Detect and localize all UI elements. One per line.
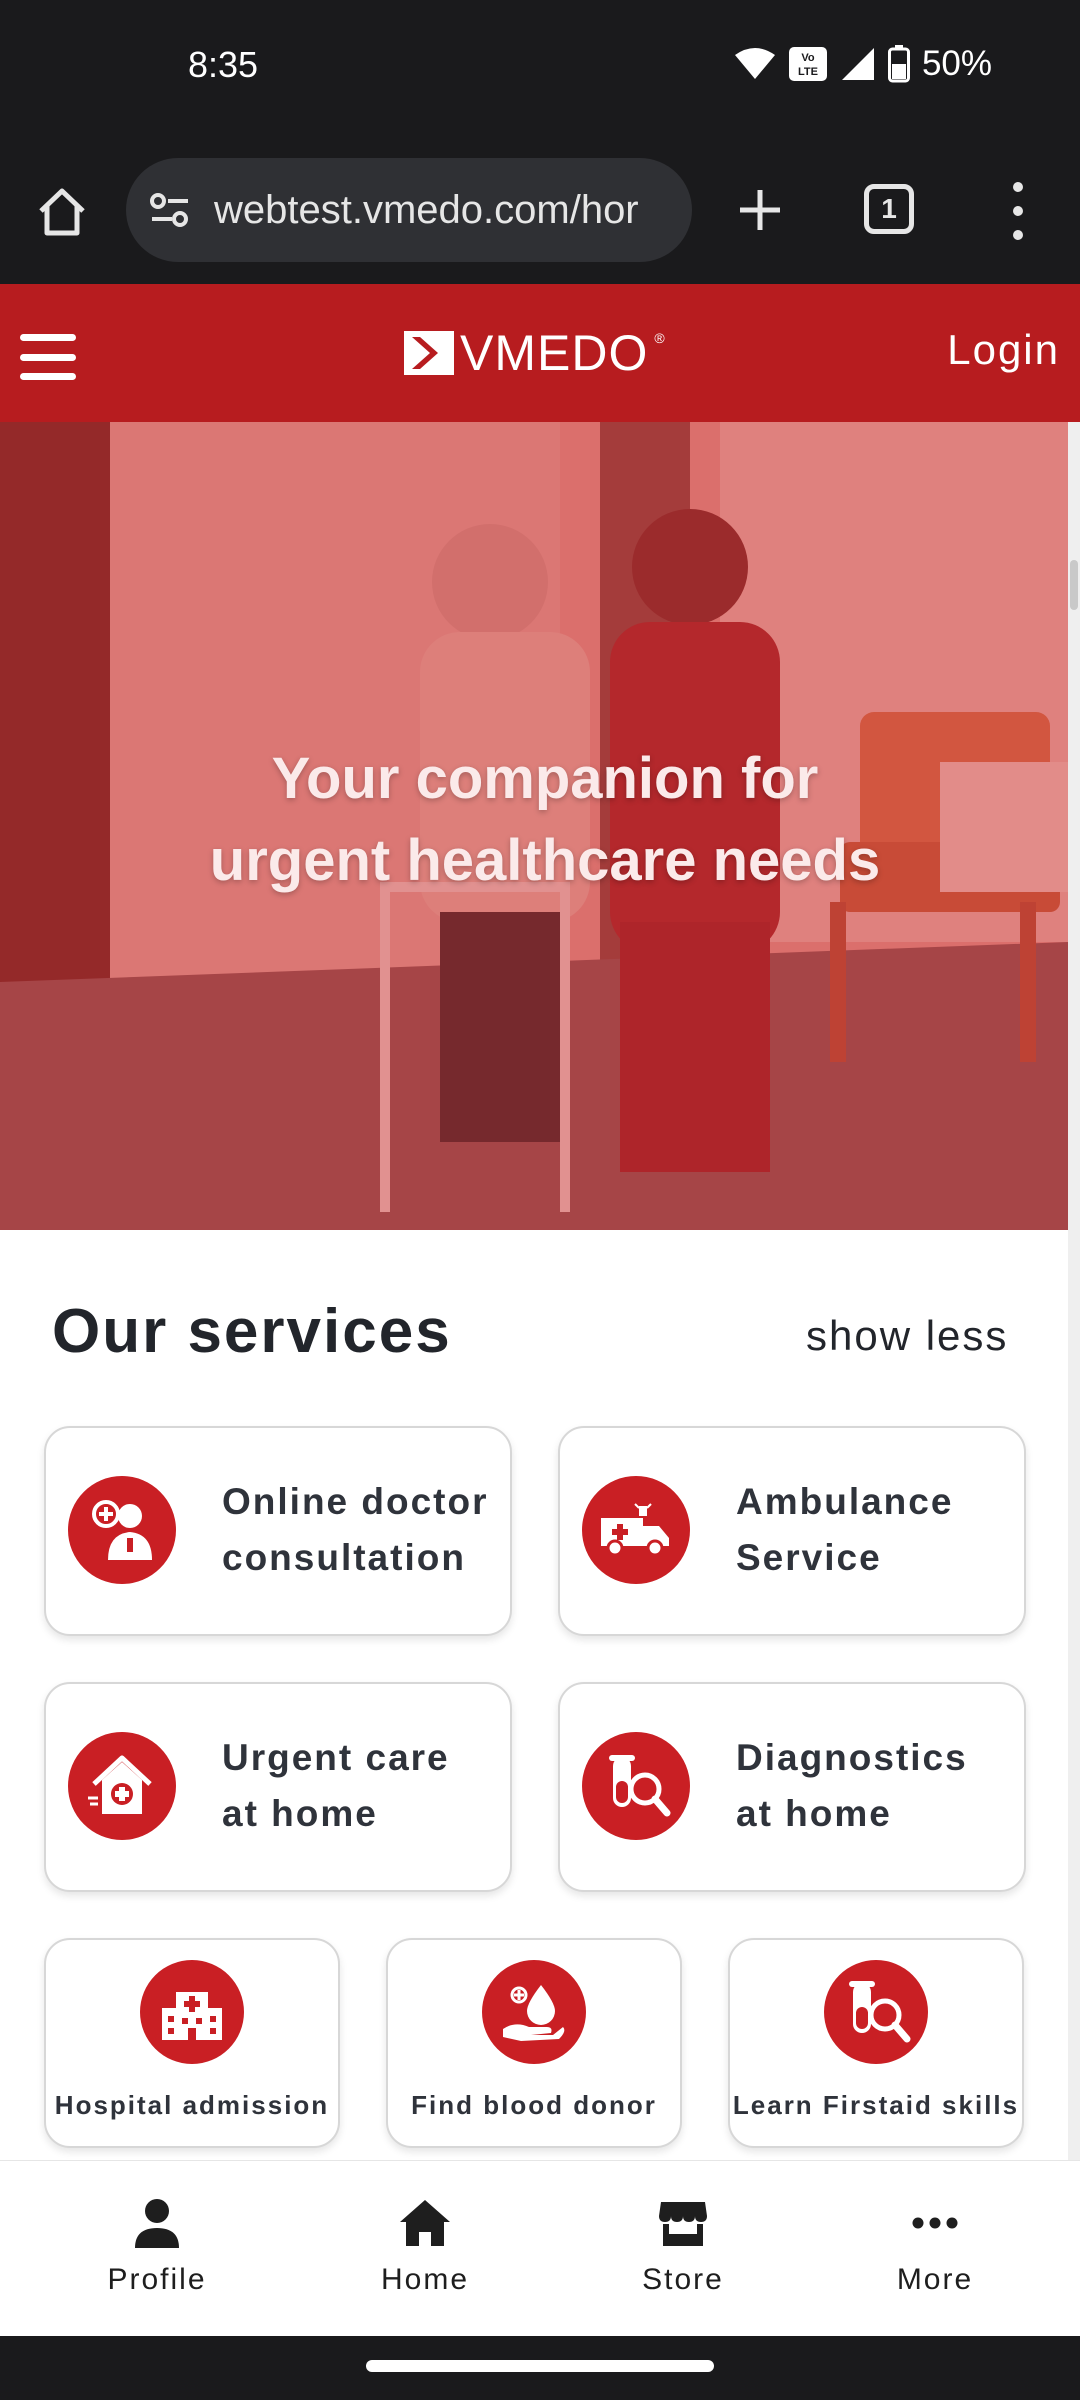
person-icon xyxy=(129,2195,185,2251)
store-icon xyxy=(655,2195,711,2251)
screen: 8:35 Vo LTE 50% webtest.vmedo.com/hor 1 xyxy=(0,0,1080,2400)
browser-toolbar: webtest.vmedo.com/hor 1 xyxy=(0,138,1080,284)
home-gesture-handle[interactable] xyxy=(366,2360,714,2372)
home-outline-icon xyxy=(39,188,85,236)
menu-dot-icon xyxy=(1013,230,1023,240)
browser-home-button[interactable] xyxy=(30,180,94,244)
browser-menu-button[interactable] xyxy=(1000,176,1036,246)
hero-title-line2: urgent healthcare needs xyxy=(209,828,881,893)
nav-profile[interactable]: Profile xyxy=(67,2195,247,2315)
service-card-label: Hospital admission xyxy=(54,2090,330,2120)
hamburger-menu-icon[interactable] xyxy=(20,334,76,380)
logo-text: VMEDO xyxy=(460,325,649,381)
blood-donor-icon xyxy=(482,1960,586,2064)
page-scrollbar[interactable] xyxy=(1068,422,1080,2160)
plus-icon xyxy=(740,190,780,230)
battery-icon xyxy=(887,45,910,83)
vmedo-logo[interactable]: VMEDO ® xyxy=(404,325,665,381)
status-time: 8:35 xyxy=(188,44,259,85)
show-less-link[interactable]: show less xyxy=(806,1312,1008,1360)
more-dots-icon xyxy=(907,2195,963,2251)
doctor-icon xyxy=(68,1476,176,1584)
logo-mark-icon xyxy=(404,331,454,375)
home-icon xyxy=(397,2195,453,2251)
url-text: webtest.vmedo.com/hor xyxy=(214,187,639,232)
service-card-label: Diagnostics at home xyxy=(736,1737,968,1834)
hero-title: Your companion for urgent healthcare nee… xyxy=(0,738,1068,902)
services-section: Our services show less Online doctor con… xyxy=(0,1230,1068,2160)
home-care-icon xyxy=(68,1732,176,1840)
ambulance-icon xyxy=(582,1476,690,1584)
svg-text:LTE: LTE xyxy=(798,66,818,78)
service-card-label: Ambulance Service xyxy=(736,1481,954,1578)
service-card-label: Urgent care at home xyxy=(222,1737,450,1834)
system-gesture-bar xyxy=(0,2336,1080,2400)
signal-icon xyxy=(841,48,874,80)
service-card-label: Find blood donor xyxy=(411,2090,657,2120)
nav-home[interactable]: Home xyxy=(335,2195,515,2315)
service-card-hospital-admission[interactable]: Hospital admission xyxy=(44,1938,340,2148)
page-scrollbar-thumb[interactable] xyxy=(1070,560,1078,610)
services-title: Our services xyxy=(52,1297,452,1366)
tab-switcher-button[interactable]: 1 xyxy=(864,184,914,234)
test-tube-icon xyxy=(582,1732,690,1840)
status-icons: Vo LTE 50% xyxy=(734,44,992,84)
service-card-first-aid[interactable]: Learn Firstaid skills xyxy=(728,1938,1024,2148)
nav-label: More xyxy=(896,2263,974,2296)
menu-dot-icon xyxy=(1013,182,1023,192)
new-tab-button[interactable] xyxy=(728,178,792,242)
bottom-navigation: Profile Home Store More xyxy=(0,2160,1080,2336)
service-card-ambulance[interactable]: Ambulance Service xyxy=(558,1426,1026,1636)
nav-label: Home xyxy=(380,2263,470,2296)
status-bar: 8:35 Vo LTE 50% xyxy=(0,0,1080,138)
wifi-icon xyxy=(734,48,775,79)
nav-store[interactable]: Store xyxy=(593,2195,773,2315)
service-card-label: Online doctor consultation xyxy=(222,1481,489,1578)
hero-title-line1: Your companion for xyxy=(271,746,819,811)
first-aid-icon xyxy=(824,1960,928,2064)
site-settings-icon[interactable] xyxy=(144,184,196,236)
logo-registered-mark: ® xyxy=(654,330,665,346)
service-card-urgent-care[interactable]: Urgent care at home xyxy=(44,1682,512,1892)
nav-more[interactable]: More xyxy=(845,2195,1025,2315)
service-card-blood-donor[interactable]: Find blood donor xyxy=(386,1938,682,2148)
service-card-label: Learn Firstaid skills xyxy=(732,2090,1020,2120)
address-bar[interactable]: webtest.vmedo.com/hor xyxy=(126,158,692,262)
site-header: VMEDO ® Login xyxy=(0,284,1080,422)
volte-icon: Vo LTE xyxy=(788,47,827,81)
svg-text:Vo: Vo xyxy=(801,52,815,64)
menu-dot-icon xyxy=(1013,206,1023,216)
nav-label: Store xyxy=(642,2263,724,2296)
battery-percent: 50% xyxy=(921,44,992,83)
hero-banner: Your companion for urgent healthcare nee… xyxy=(0,422,1068,1230)
service-card-online-doctor[interactable]: Online doctor consultation xyxy=(44,1426,512,1636)
service-card-diagnostics[interactable]: Diagnostics at home xyxy=(558,1682,1026,1892)
hospital-icon xyxy=(140,1960,244,2064)
nav-label: Profile xyxy=(107,2263,207,2296)
login-button[interactable]: Login xyxy=(947,326,1060,374)
